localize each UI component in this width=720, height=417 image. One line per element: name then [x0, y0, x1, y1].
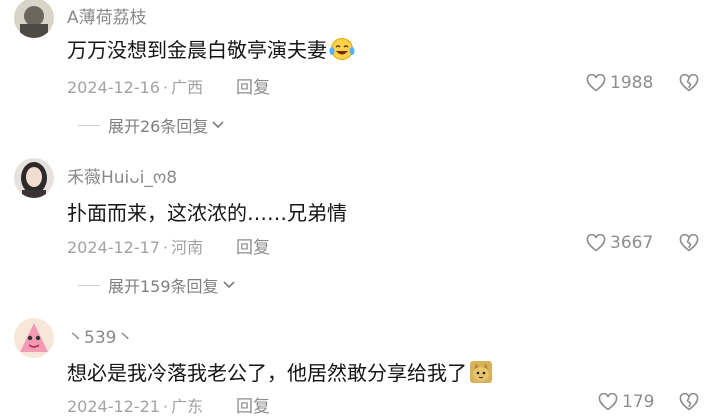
expand-replies-label: 展开26条回复: [108, 117, 209, 136]
avatar[interactable]: [14, 0, 54, 38]
comment-text: 万万没想到金晨白敬亭演夫妻: [67, 34, 355, 66]
reply-button[interactable]: 回复: [236, 73, 270, 98]
comment-location: 广东: [171, 397, 204, 416]
like-button[interactable]: 179: [598, 392, 654, 412]
meta-separator: ·: [162, 397, 169, 416]
username[interactable]: 禾薇Huiᴗi_ო8: [67, 163, 177, 188]
reply-button[interactable]: 回复: [236, 233, 270, 258]
like-count: 1988: [610, 73, 654, 93]
dislike-button[interactable]: [679, 392, 699, 415]
expand-replies-button[interactable]: 展开159条回复: [78, 273, 236, 297]
broken-heart-icon: [679, 392, 699, 411]
username[interactable]: A薄荷荔枝: [67, 3, 147, 28]
divider-line: [78, 284, 100, 286]
heart-outline-icon: [598, 393, 618, 411]
like-button[interactable]: 3667: [586, 233, 653, 253]
chevron-down-icon: [222, 281, 235, 289]
avatar[interactable]: [14, 318, 54, 358]
comment-date: 2024-12-21: [67, 397, 160, 416]
comment-text-content: 想必是我冷落我老公了，他居然敢分享给我了: [67, 361, 467, 385]
heart-outline-icon: [586, 74, 606, 92]
username[interactable]: 丶539丶: [67, 323, 133, 348]
dislike-button[interactable]: [679, 233, 699, 256]
meta-separator: ·: [162, 238, 169, 257]
like-button[interactable]: 1988: [586, 73, 653, 93]
broken-heart-icon: [679, 233, 699, 252]
comment-date: 2024-12-17: [67, 238, 160, 257]
comment-meta: 2024-12-16 · 广西: [67, 74, 203, 98]
avatar[interactable]: [14, 158, 54, 198]
comment-location: 河南: [171, 238, 204, 257]
comment-text-content: 万万没想到金晨白敬亭演夫妻: [67, 38, 327, 62]
like-count: 3667: [610, 233, 654, 253]
chevron-down-icon: [212, 121, 224, 129]
comment-meta: 2024-12-21 · 广东: [67, 393, 203, 417]
cat-sticker-emoji-icon: [469, 360, 493, 389]
broken-heart-icon: [679, 73, 699, 92]
divider-line: [78, 124, 100, 126]
heart-outline-icon: [586, 234, 606, 252]
meta-separator: ·: [162, 78, 169, 97]
dislike-button[interactable]: [679, 73, 699, 96]
comment-text: 想必是我冷落我老公了，他居然敢分享给我了: [67, 357, 493, 389]
comment-date: 2024-12-16: [67, 78, 160, 97]
like-count: 179: [622, 392, 655, 412]
comment-location: 广西: [171, 78, 204, 97]
laughing-tears-emoji-icon: [329, 37, 355, 66]
comment-meta: 2024-12-17 · 河南: [67, 234, 203, 258]
comment-text: 扑面而来，这浓浓的……兄弟情: [67, 201, 347, 225]
expand-replies-button[interactable]: 展开26条回复: [78, 113, 225, 137]
expand-replies-label: 展开159条回复: [108, 277, 219, 296]
